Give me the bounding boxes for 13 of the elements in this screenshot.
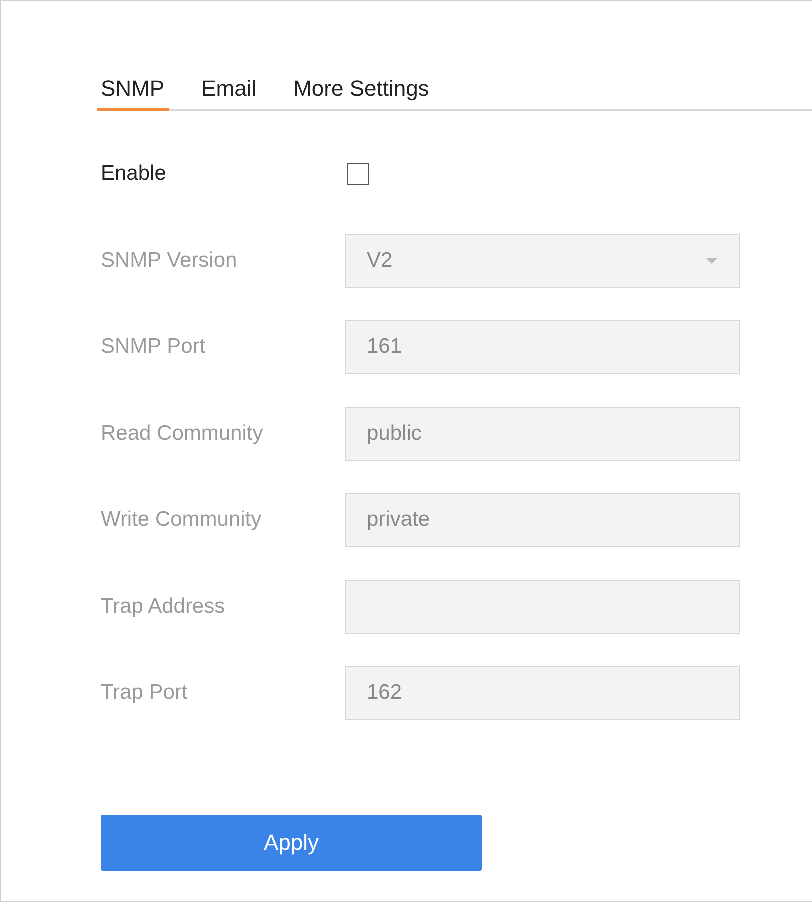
tab[interactable]: Email (198, 61, 261, 111)
apply-button[interactable]: Apply (101, 814, 482, 870)
field-label: Read Community (101, 422, 264, 446)
field-label: Trap Address (101, 594, 226, 619)
enable-checkbox[interactable] (347, 163, 369, 186)
tab[interactable]: More Settings (290, 61, 434, 111)
field-label: Trap Port (101, 681, 189, 706)
field-label: SNMP Port (101, 335, 207, 360)
enable-label: Enable (101, 162, 168, 186)
field-label: Write Community (101, 508, 263, 532)
caret-icon (706, 258, 718, 264)
tab[interactable]: SNMP (97, 61, 169, 111)
field-label: SNMP Version (101, 248, 238, 273)
